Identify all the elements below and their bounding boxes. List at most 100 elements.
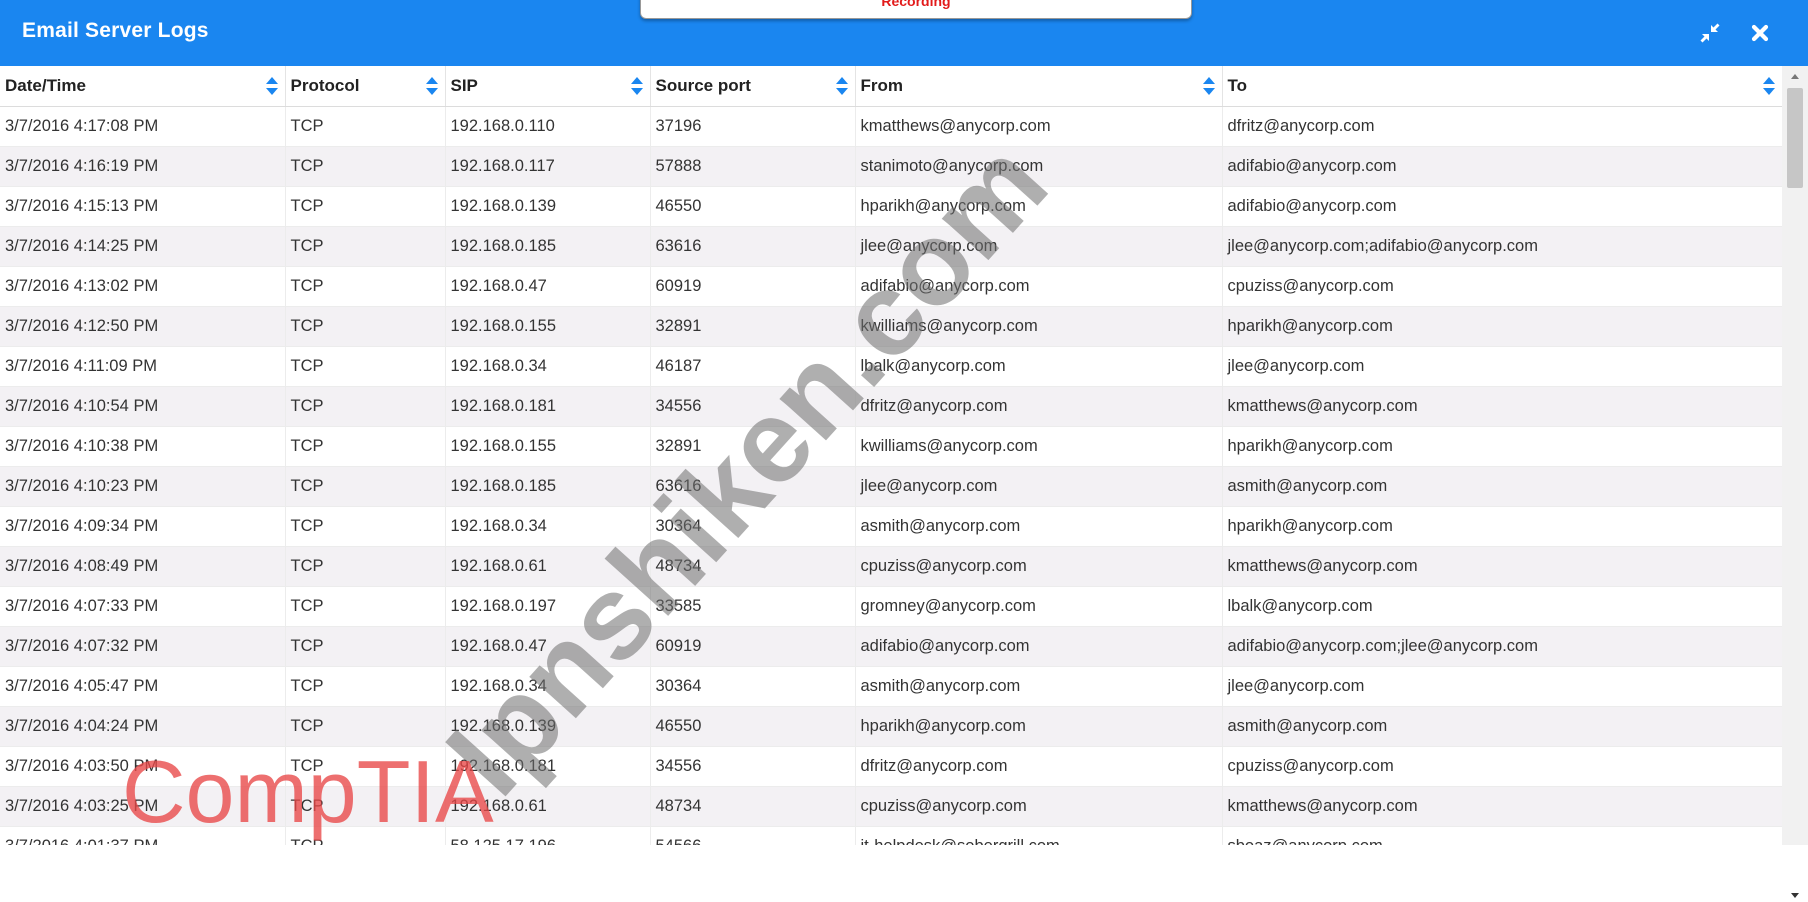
cell-to: jlee@anycorp.com;adifabio@anycorp.com [1222,226,1782,267]
column-header-source-port[interactable]: Source port [650,66,856,107]
cell-sip: 192.168.0.155 [445,306,651,347]
cell-source-port: 48734 [650,786,856,827]
cell-protocol: TCP [285,666,446,707]
table-row[interactable]: 3/7/2016 4:16:19 PM TCP 192.168.0.117 57888… [0,146,1782,187]
sort-icon[interactable] [1762,75,1776,97]
table-row[interactable]: 3/7/2016 4:07:32 PM TCP 192.168.0.47 60919 a… [0,626,1782,667]
recording-indicator: Recording [640,0,1192,19]
cell-source-port: 54566 [650,826,856,845]
cell-from: cpuziss@anycorp.com [855,786,1223,827]
cell-to: cpuziss@anycorp.com [1222,266,1782,307]
cell-from: adifabio@anycorp.com [855,626,1223,667]
table-row[interactable]: 3/7/2016 4:10:23 PM TCP 192.168.0.185 63616… [0,466,1782,507]
cell-protocol: TCP [285,146,446,187]
cell-sip: 192.168.0.185 [445,226,651,267]
cell-source-port: 60919 [650,266,856,307]
scroll-down-icon[interactable] [1788,888,1802,902]
cell-from: dfritz@anycorp.com [855,746,1223,787]
table-row[interactable]: 3/7/2016 4:09:34 PM TCP 192.168.0.34 30364 a… [0,506,1782,547]
cell-to: hparikh@anycorp.com [1222,306,1782,347]
close-icon[interactable] [1745,18,1775,48]
cell-protocol: TCP [285,706,446,747]
table-row[interactable]: 3/7/2016 4:07:33 PM TCP 192.168.0.197 33585… [0,586,1782,627]
sort-icon[interactable] [1202,75,1216,97]
cell-source-port: 34556 [650,386,856,427]
column-header-to[interactable]: To [1222,66,1782,107]
cell-sip: 192.168.0.34 [445,666,651,707]
cell-to: jlee@anycorp.com [1222,666,1782,707]
cell-to: dfritz@anycorp.com [1222,106,1782,147]
cell-from: kmatthews@anycorp.com [855,106,1223,147]
cell-from: jlee@anycorp.com [855,226,1223,267]
table-row[interactable]: 3/7/2016 4:08:49 PM TCP 192.168.0.61 48734 c… [0,546,1782,587]
column-header-sip[interactable]: SIP [445,66,651,107]
cell-from: hparikh@anycorp.com [855,706,1223,747]
cell-source-port: 33585 [650,586,856,627]
window-title: Email Server Logs [22,19,209,42]
cell-source-port: 57888 [650,146,856,187]
cell-source-port: 63616 [650,226,856,267]
cell-to: hparikh@anycorp.com [1222,426,1782,467]
table-row[interactable]: 3/7/2016 4:12:50 PM TCP 192.168.0.155 32891… [0,306,1782,347]
cell-sip: 192.168.0.61 [445,546,651,587]
table-row[interactable]: 3/7/2016 4:03:25 PM TCP 192.168.0.61 48734 c… [0,786,1782,827]
cell-to: jlee@anycorp.com [1222,346,1782,387]
table-row[interactable]: 3/7/2016 4:15:13 PM TCP 192.168.0.139 46550… [0,186,1782,227]
cell-protocol: TCP [285,786,446,827]
sort-icon[interactable] [630,75,644,97]
table-row[interactable]: 3/7/2016 4:04:24 PM TCP 192.168.0.139 46550… [0,706,1782,747]
cell-sip: 192.168.0.139 [445,186,651,227]
cell-protocol: TCP [285,306,446,347]
cell-to: adifabio@anycorp.com [1222,186,1782,227]
cell-from: dfritz@anycorp.com [855,386,1223,427]
cell-protocol: TCP [285,546,446,587]
sort-icon[interactable] [265,75,279,97]
cell-protocol: TCP [285,106,446,147]
column-header-protocol[interactable]: Protocol [285,66,446,107]
cell-to: kmatthews@anycorp.com [1222,786,1782,827]
cell-source-port: 32891 [650,426,856,467]
cell-protocol: TCP [285,586,446,627]
cell-sip: 192.168.0.34 [445,506,651,547]
table-row[interactable]: 3/7/2016 4:10:54 PM TCP 192.168.0.181 34556… [0,386,1782,427]
cell-datetime: 3/7/2016 4:11:09 PM [0,346,286,387]
cell-protocol: TCP [285,626,446,667]
cell-protocol: TCP [285,426,446,467]
cell-sip: 192.168.0.155 [445,426,651,467]
sort-icon[interactable] [835,75,849,97]
log-table-container: Date/Time Protocol SIP Source port From … [0,66,1782,845]
cell-from: stanimoto@anycorp.com [855,146,1223,187]
scroll-up-icon[interactable] [1788,70,1802,84]
cell-protocol: TCP [285,746,446,787]
cell-datetime: 3/7/2016 4:10:38 PM [0,426,286,467]
column-header-datetime[interactable]: Date/Time [0,66,286,107]
cell-from: it-helpdesk@sobergrill.com [855,826,1223,845]
table-row[interactable]: 3/7/2016 4:17:08 PM TCP 192.168.0.110 37196… [0,106,1782,147]
cell-from: gromney@anycorp.com [855,586,1223,627]
vertical-scrollbar[interactable] [1782,66,1808,898]
cell-datetime: 3/7/2016 4:03:50 PM [0,746,286,787]
log-table-body: 3/7/2016 4:17:08 PM TCP 192.168.0.110 37196… [0,106,1782,845]
table-row[interactable]: 3/7/2016 4:13:02 PM TCP 192.168.0.47 60919 a… [0,266,1782,307]
cell-sip: 192.168.0.34 [445,346,651,387]
table-row[interactable]: 3/7/2016 4:14:25 PM TCP 192.168.0.185 63616… [0,226,1782,267]
column-header-from[interactable]: From [855,66,1223,107]
table-row[interactable]: 3/7/2016 4:01:37 PMTCP58.125.17.19654566… [0,826,1782,845]
cell-source-port: 60919 [650,626,856,667]
sort-icon[interactable] [425,75,439,97]
table-row[interactable]: 3/7/2016 4:10:38 PM TCP 192.168.0.155 32891… [0,426,1782,467]
scrollbar-thumb[interactable] [1787,88,1803,188]
cell-to: lbalk@anycorp.com [1222,586,1782,627]
cell-from: jlee@anycorp.com [855,466,1223,507]
table-row[interactable]: 3/7/2016 4:03:50 PM TCP 192.168.0.181 34556… [0,746,1782,787]
cell-source-port: 32891 [650,306,856,347]
cell-datetime: 3/7/2016 4:08:49 PM [0,546,286,587]
cell-to: asmith@anycorp.com [1222,706,1782,747]
cell-to: hparikh@anycorp.com [1222,506,1782,547]
table-row[interactable]: 3/7/2016 4:11:09 PM TCP 192.168.0.34 46187 l… [0,346,1782,387]
cell-to: asmith@anycorp.com [1222,466,1782,507]
table-row[interactable]: 3/7/2016 4:05:47 PM TCP 192.168.0.34 30364 a… [0,666,1782,707]
compress-icon[interactable] [1695,18,1725,48]
cell-datetime: 3/7/2016 4:15:13 PM [0,186,286,227]
cell-protocol: TCP [285,346,446,387]
